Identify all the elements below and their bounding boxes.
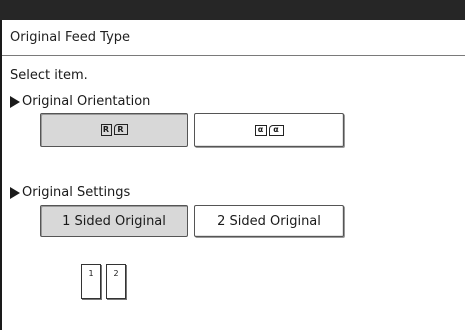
page-card-1: 1 bbox=[81, 264, 101, 299]
top-dark-bar bbox=[0, 0, 465, 20]
orientation-readable-button[interactable]: R R bbox=[40, 113, 188, 147]
triangle-arrow-icon bbox=[10, 95, 20, 108]
screen-title: Original Feed Type bbox=[10, 30, 131, 45]
settings-label: Original Settings bbox=[22, 185, 131, 200]
settings-section-label: Original Settings bbox=[10, 185, 130, 200]
unreadable-direction-icon: α α bbox=[254, 124, 285, 136]
one-sided-label: 1 Sided Original bbox=[62, 213, 166, 229]
readable-direction-icon: R R bbox=[100, 124, 129, 136]
orientation-section-label: Original Orientation bbox=[10, 94, 150, 109]
panel-frame bbox=[0, 20, 465, 330]
triangle-arrow-icon bbox=[10, 186, 20, 199]
readable-glyph-1: R bbox=[100, 124, 112, 136]
unreadable-glyph-1: α bbox=[254, 124, 267, 136]
readable-glyph-2: R bbox=[113, 124, 128, 135]
orientation-label: Original Orientation bbox=[22, 94, 151, 109]
page-card-2: 2 bbox=[106, 264, 126, 299]
prompt-text: Select item. bbox=[10, 68, 88, 83]
two-sided-original-button[interactable]: 2 Sided Original bbox=[194, 205, 344, 237]
two-sided-label: 2 Sided Original bbox=[217, 213, 321, 229]
page-preview: 1 2 bbox=[81, 264, 126, 299]
one-sided-original-button[interactable]: 1 Sided Original bbox=[40, 205, 188, 237]
orientation-unreadable-button[interactable]: α α bbox=[194, 113, 344, 147]
unreadable-glyph-2: α bbox=[268, 124, 284, 136]
title-bar: Original Feed Type bbox=[2, 20, 465, 56]
